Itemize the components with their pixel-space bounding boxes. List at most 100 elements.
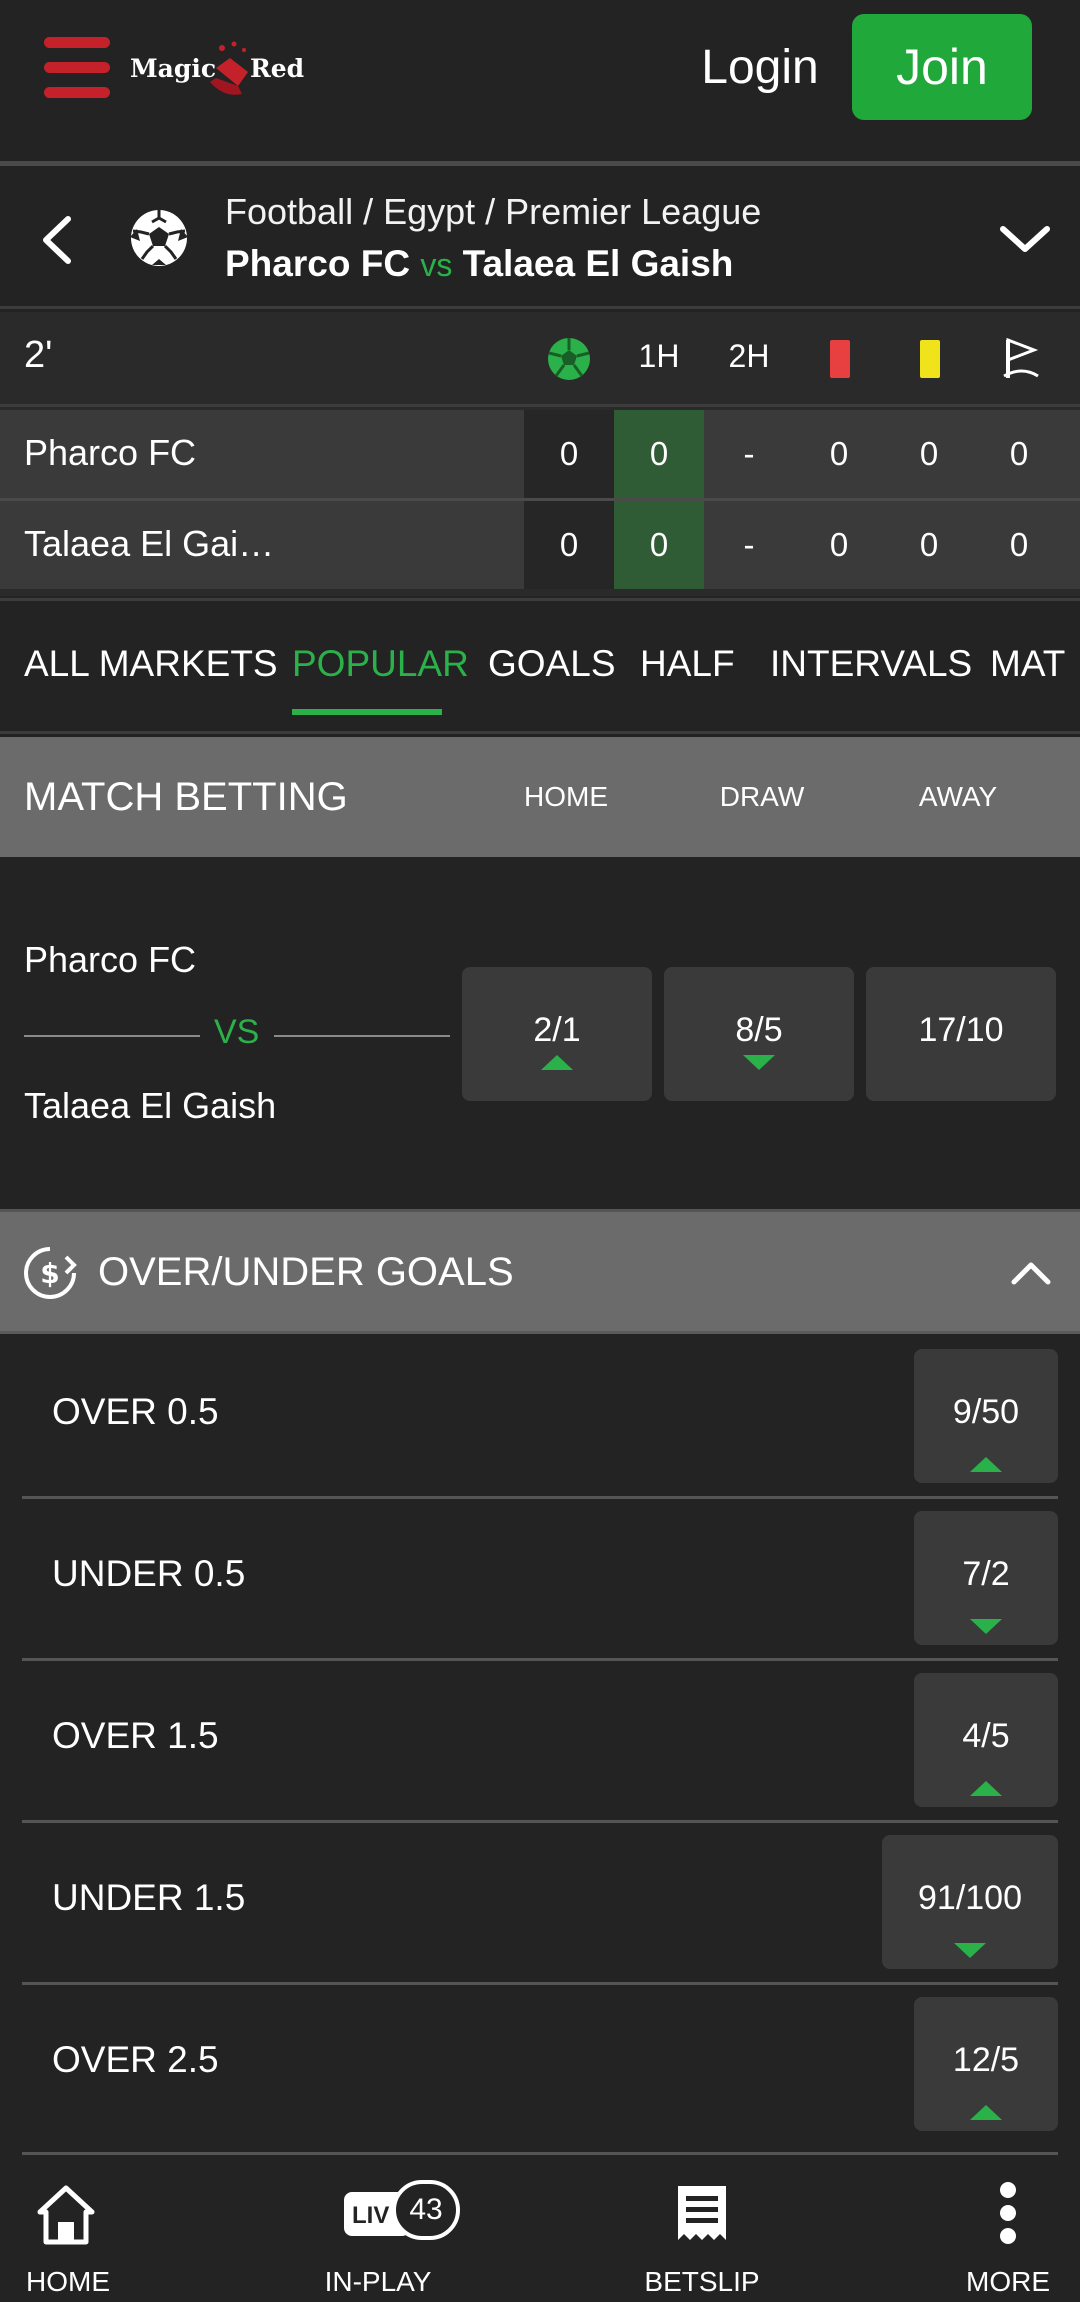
menu-icon[interactable] [44,34,110,100]
home-red-cards: 0 [829,435,849,472]
active-tab-indicator [292,709,442,715]
odds-button[interactable]: 12/5 [914,1997,1058,2131]
over-under-title: OVER/UNDER GOALS [98,1250,514,1294]
home-odds-value: 2/1 [533,1011,581,1049]
tab-popular[interactable]: POPULAR [292,643,469,685]
odds-button[interactable]: 9/50 [914,1349,1058,1483]
odds-up-arrow-icon [970,1457,1002,1472]
over-under-row: UNDER 1.5 91/100 [22,1823,1058,1985]
odds-value: 7/2 [962,1555,1010,1593]
logo[interactable]: Magic Red [130,38,304,100]
away-corners: 0 [1009,526,1029,563]
tab-half[interactable]: HALF [640,643,735,685]
logo-text-red: Red [250,54,305,83]
match-minute: 2' [24,334,53,376]
red-card-icon [830,340,850,378]
vs-divider-left [24,1035,200,1037]
odds-button[interactable]: 91/100 [882,1835,1058,1969]
nav-betslip-label: BETSLIP [644,2266,760,2297]
score-row-home: Pharco FC 0 0 - 0 0 0 [0,410,1080,498]
draw-odds-button[interactable]: 8/5 [664,967,854,1101]
dollar-icon: $ [24,1247,77,1299]
away-odds-value: 17/10 [918,1011,1004,1049]
corner-flag-icon [1003,337,1039,378]
scoreboard-away-team: Talaea El Gai… [24,523,275,564]
home-odds-button[interactable]: 2/1 [462,967,652,1101]
bottom-navigation: HOME LIV 43 IN-PLAY BETSLIP MORE [0,2166,1080,2302]
join-button[interactable]: Join [852,14,1032,120]
away-odds-button[interactable]: 17/10 [866,967,1056,1101]
market-label: OVER 1.5 [52,1715,219,1756]
home-column-header: HOME [524,781,608,812]
tab-match[interactable]: MAT [990,643,1065,685]
nav-in-play[interactable]: LIV 43 IN-PLAY [278,2166,478,2302]
away-first-half-score: 0 [614,501,704,589]
tab-intervals[interactable]: INTERVALS [770,643,972,685]
tab-goals[interactable]: GOALS [488,643,616,685]
away-yellow-cards: 0 [919,526,939,563]
odds-up-arrow-icon [541,1055,573,1070]
home-second-half-score: - [743,435,755,472]
home-total-score: 0 [524,410,614,498]
draw-column-header: DRAW [719,781,805,812]
live-badge-label: LIV [352,2202,390,2229]
logo-text-magic: Magic [130,54,217,83]
away-red-cards: 0 [829,526,849,563]
over-under-row: OVER 2.5 12/5 [22,1985,1058,2155]
chevron-up-icon[interactable] [1010,1258,1052,1288]
nav-more-label: MORE [966,2266,1050,2297]
chevron-down-icon[interactable] [998,221,1052,257]
scoreboard-header: 2' 1H 2H [0,312,1080,407]
back-arrow-icon[interactable] [38,215,78,265]
odds-button[interactable]: 4/5 [914,1673,1058,1807]
match-title: Pharco FC vs Talaea El Gaish [225,243,733,285]
second-half-header: 2H [728,338,770,374]
scoreboard: 2' 1H 2H Pharco FC 0 0 - 0 0 0 Talaea El… [0,312,1080,596]
nav-home-label: HOME [26,2266,110,2297]
market-label: OVER 0.5 [52,1391,219,1432]
tab-all-markets[interactable]: ALL MARKETS [24,643,278,685]
login-button[interactable]: Login [680,30,840,106]
first-half-header: 1H [638,338,680,374]
top-bar: Magic Red Login Join [0,0,1080,166]
over-under-header[interactable]: $ OVER/UNDER GOALS [0,1212,1080,1334]
over-under-row: UNDER 0.5 7/2 [22,1499,1058,1661]
svg-text:$: $ [40,1257,59,1290]
nav-home[interactable]: HOME [0,2166,136,2302]
away-second-half-score: - [743,526,755,563]
soccer-ball-icon [130,210,188,266]
odds-down-arrow-icon [743,1055,775,1070]
match-betting-body: Pharco FC VS Talaea El Gaish 2/1 8/5 17/… [0,857,1080,1212]
home-corners: 0 [1009,435,1029,472]
over-under-row: OVER 1.5 4/5 [22,1661,1058,1823]
odds-down-arrow-icon [970,1619,1002,1634]
market-label: UNDER 1.5 [52,1877,246,1918]
odds-value: 9/50 [952,1393,1020,1431]
home-team-name: Pharco FC [225,243,411,284]
match-betting-header: MATCH BETTING HOME DRAW AWAY [0,737,1080,857]
home-first-half-score: 0 [614,410,704,498]
odds-up-arrow-icon [970,1781,1002,1796]
more-icon [1000,2182,1016,2244]
odds-down-arrow-icon [954,1943,986,1958]
odds-value: 12/5 [952,2041,1020,2079]
away-column-header: AWAY [918,781,998,812]
scoreboard-home-team: Pharco FC [24,432,197,473]
away-total-score: 0 [524,501,614,589]
market-label: OVER 2.5 [52,2039,219,2080]
odds-button[interactable]: 7/2 [914,1511,1058,1645]
match-betting-home-team: Pharco FC [24,939,197,980]
away-team-name: Talaea El Gaish [462,243,734,284]
vs-divider-right [274,1035,450,1037]
market-label: UNDER 0.5 [52,1553,246,1594]
vs-label: VS [214,1013,260,1051]
match-betting-title: MATCH BETTING [24,775,348,819]
home-icon [37,2185,95,2245]
odds-value: 4/5 [962,1717,1010,1755]
yellow-card-icon [920,340,940,378]
nav-betslip[interactable]: BETSLIP [602,2166,802,2302]
nav-more[interactable]: MORE [944,2166,1080,2302]
magic-hat-icon [210,41,248,95]
match-betting-away-team: Talaea El Gaish [24,1085,277,1126]
breadcrumb: Football / Egypt / Premier League [225,191,762,232]
